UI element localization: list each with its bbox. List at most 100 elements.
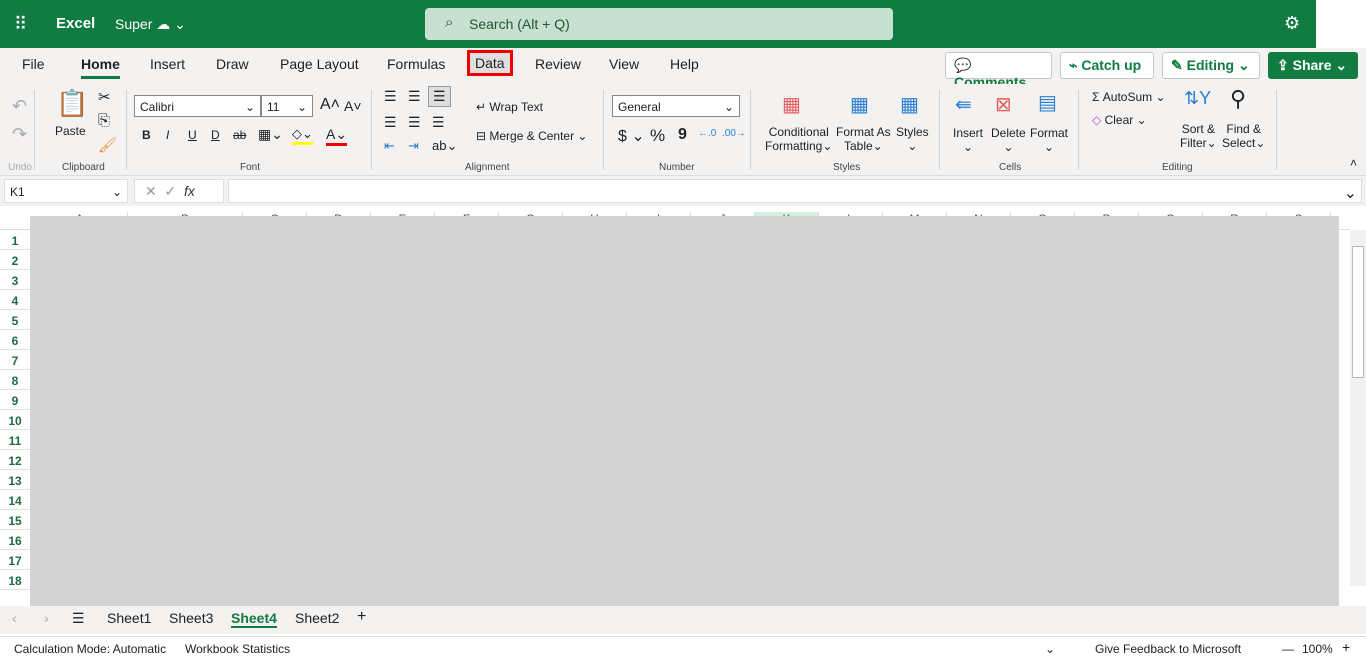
align-center-icon[interactable]: ☰ xyxy=(408,114,421,131)
row-header[interactable]: 1 xyxy=(0,230,30,250)
row-header[interactable]: 17 xyxy=(0,550,30,570)
tab-data[interactable]: Data xyxy=(467,50,513,76)
align-top-icon[interactable]: ☰ xyxy=(384,88,397,105)
confirm-icon[interactable]: ✓ xyxy=(165,183,177,199)
format-cells-icon[interactable]: ▤ xyxy=(1038,90,1057,115)
formula-input[interactable]: ⌄ xyxy=(228,179,1362,203)
clear-button[interactable]: ◇ Clear ⌄ xyxy=(1092,113,1147,127)
double-underline-button[interactable]: D xyxy=(211,128,220,142)
next-sheet-icon[interactable]: › xyxy=(44,610,49,626)
row-header[interactable]: 14 xyxy=(0,490,30,510)
font-size-dropdown[interactable]: 11 ⌄ xyxy=(261,95,313,117)
editing-mode-button[interactable]: ✎ Editing ⌄ xyxy=(1162,52,1260,79)
format-as-table-icon[interactable]: ▦ xyxy=(850,92,869,117)
find-select-button[interactable]: Find & Select⌄ xyxy=(1222,122,1265,150)
row-header[interactable]: 3 xyxy=(0,270,30,290)
tab-view[interactable]: View xyxy=(609,56,639,72)
row-header[interactable]: 18 xyxy=(0,570,30,590)
row-header[interactable]: 11 xyxy=(0,430,30,450)
calc-mode[interactable]: Calculation Mode: Automatic xyxy=(14,642,166,656)
format-as-table-button[interactable]: Format As Table⌄ xyxy=(836,125,891,153)
row-header[interactable]: 15 xyxy=(0,510,30,530)
orientation-icon[interactable]: ab⌄ xyxy=(432,138,457,154)
currency-button[interactable]: $ ⌄ xyxy=(618,126,645,146)
tab-formulas[interactable]: Formulas xyxy=(387,56,445,72)
zoom-level[interactable]: 100% xyxy=(1302,642,1333,656)
delete-cells-icon[interactable]: ⊠ xyxy=(995,92,1012,117)
font-color-button[interactable]: A⌄ xyxy=(326,126,348,146)
italic-button[interactable]: I xyxy=(166,128,169,142)
insert-cells-icon[interactable]: ⇚ xyxy=(955,92,972,117)
increase-decimal-icon[interactable]: ←.0 xyxy=(698,128,716,139)
decrease-decimal-icon[interactable]: .00→ xyxy=(722,128,746,139)
row-header[interactable]: 9 xyxy=(0,390,30,410)
cut-icon[interactable]: ✂ xyxy=(98,88,111,106)
cell-styles-button[interactable]: Styles ⌄ xyxy=(896,125,929,153)
tab-help[interactable]: Help xyxy=(670,56,699,72)
font-name-dropdown[interactable]: Calibri ⌄ xyxy=(134,95,261,117)
comments-button[interactable]: 💬 Comments xyxy=(945,52,1052,90)
add-sheet-icon[interactable]: + xyxy=(357,608,366,626)
vertical-scrollbar[interactable] xyxy=(1350,230,1366,586)
search-input[interactable]: ⌕ Search (Alt + Q) xyxy=(425,8,893,40)
delete-button[interactable]: Delete ⌄ xyxy=(991,126,1026,154)
tab-page-layout[interactable]: Page Layout xyxy=(280,56,359,72)
conditional-formatting-button[interactable]: Conditional Formatting⌄ xyxy=(765,125,832,153)
gear-icon[interactable]: ⚙ xyxy=(1284,13,1300,34)
collapse-ribbon-icon[interactable]: ˄ xyxy=(1350,156,1357,170)
row-header[interactable]: 16 xyxy=(0,530,30,550)
feedback-link[interactable]: Give Feedback to Microsoft xyxy=(1095,642,1241,656)
sheet-tab[interactable]: Sheet1 xyxy=(107,610,151,626)
sort-filter-icon[interactable]: ⇅Y xyxy=(1184,88,1211,109)
row-header[interactable]: 2 xyxy=(0,250,30,270)
row-header[interactable]: 10 xyxy=(0,410,30,430)
all-sheets-icon[interactable]: ☰ xyxy=(72,610,85,627)
bold-button[interactable]: B xyxy=(142,128,151,142)
format-painter-icon[interactable]: 🖌 xyxy=(98,136,117,154)
catch-up-button[interactable]: ⌁ Catch up xyxy=(1060,52,1154,79)
row-header[interactable]: 12 xyxy=(0,450,30,470)
align-right-icon[interactable]: ☰ xyxy=(432,114,445,131)
format-button[interactable]: Format ⌄ xyxy=(1030,126,1068,154)
prev-sheet-icon[interactable]: ‹ xyxy=(12,610,17,626)
comma-button[interactable]: 9 xyxy=(678,126,687,144)
tab-file[interactable]: File xyxy=(22,56,45,72)
conditional-formatting-icon[interactable]: ▦ xyxy=(782,92,801,117)
status-chevron-icon[interactable]: ⌄ xyxy=(1045,642,1055,656)
paste-icon[interactable]: 📋 xyxy=(56,88,88,119)
align-left-icon[interactable]: ☰ xyxy=(384,114,397,131)
cell-styles-icon[interactable]: ▦ xyxy=(900,92,919,117)
zoom-in-icon[interactable]: + xyxy=(1342,639,1350,655)
find-icon[interactable]: ⚲ xyxy=(1230,86,1246,112)
fx-icon[interactable]: fx xyxy=(184,183,195,199)
increase-font-icon[interactable]: A˄ xyxy=(320,96,340,114)
row-header[interactable]: 4 xyxy=(0,290,30,310)
tab-insert[interactable]: Insert xyxy=(150,56,185,72)
sheet-tab-active[interactable]: Sheet4 xyxy=(231,610,277,628)
cancel-icon[interactable]: ✕ xyxy=(145,183,157,199)
autosum-button[interactable]: Σ AutoSum ⌄ xyxy=(1092,90,1166,104)
app-name[interactable]: Excel xyxy=(56,15,95,32)
number-format-dropdown[interactable]: General ⌄ xyxy=(612,95,740,117)
align-bottom-icon[interactable]: ☰ xyxy=(428,86,451,107)
percent-button[interactable]: % xyxy=(650,126,665,146)
row-header[interactable]: 5 xyxy=(0,310,30,330)
increase-indent-icon[interactable]: ⇥ xyxy=(408,138,419,154)
decrease-font-icon[interactable]: A˅ xyxy=(344,98,362,114)
workbook-statistics[interactable]: Workbook Statistics xyxy=(185,642,290,656)
scroll-thumb[interactable] xyxy=(1352,246,1364,378)
row-header[interactable]: 7 xyxy=(0,350,30,370)
merge-center-button[interactable]: ⊟ Merge & Center ⌄ xyxy=(476,129,587,143)
copy-icon[interactable]: ⎘ xyxy=(98,112,110,129)
zoom-out-icon[interactable]: — xyxy=(1282,642,1294,656)
row-header[interactable]: 13 xyxy=(0,470,30,490)
sort-filter-button[interactable]: Sort & Filter⌄ xyxy=(1180,122,1217,150)
redo-icon[interactable]: ↷ xyxy=(12,124,27,145)
underline-button[interactable]: U xyxy=(188,128,197,142)
sheet-tab[interactable]: Sheet2 xyxy=(295,610,339,626)
borders-icon[interactable]: ▦⌄ xyxy=(258,126,283,143)
strikethrough-button[interactable]: ab xyxy=(233,128,246,142)
sheet-tab[interactable]: Sheet3 xyxy=(169,610,213,626)
name-box[interactable]: K1 ⌄ xyxy=(4,179,128,203)
paste-button[interactable]: Paste xyxy=(55,124,86,138)
